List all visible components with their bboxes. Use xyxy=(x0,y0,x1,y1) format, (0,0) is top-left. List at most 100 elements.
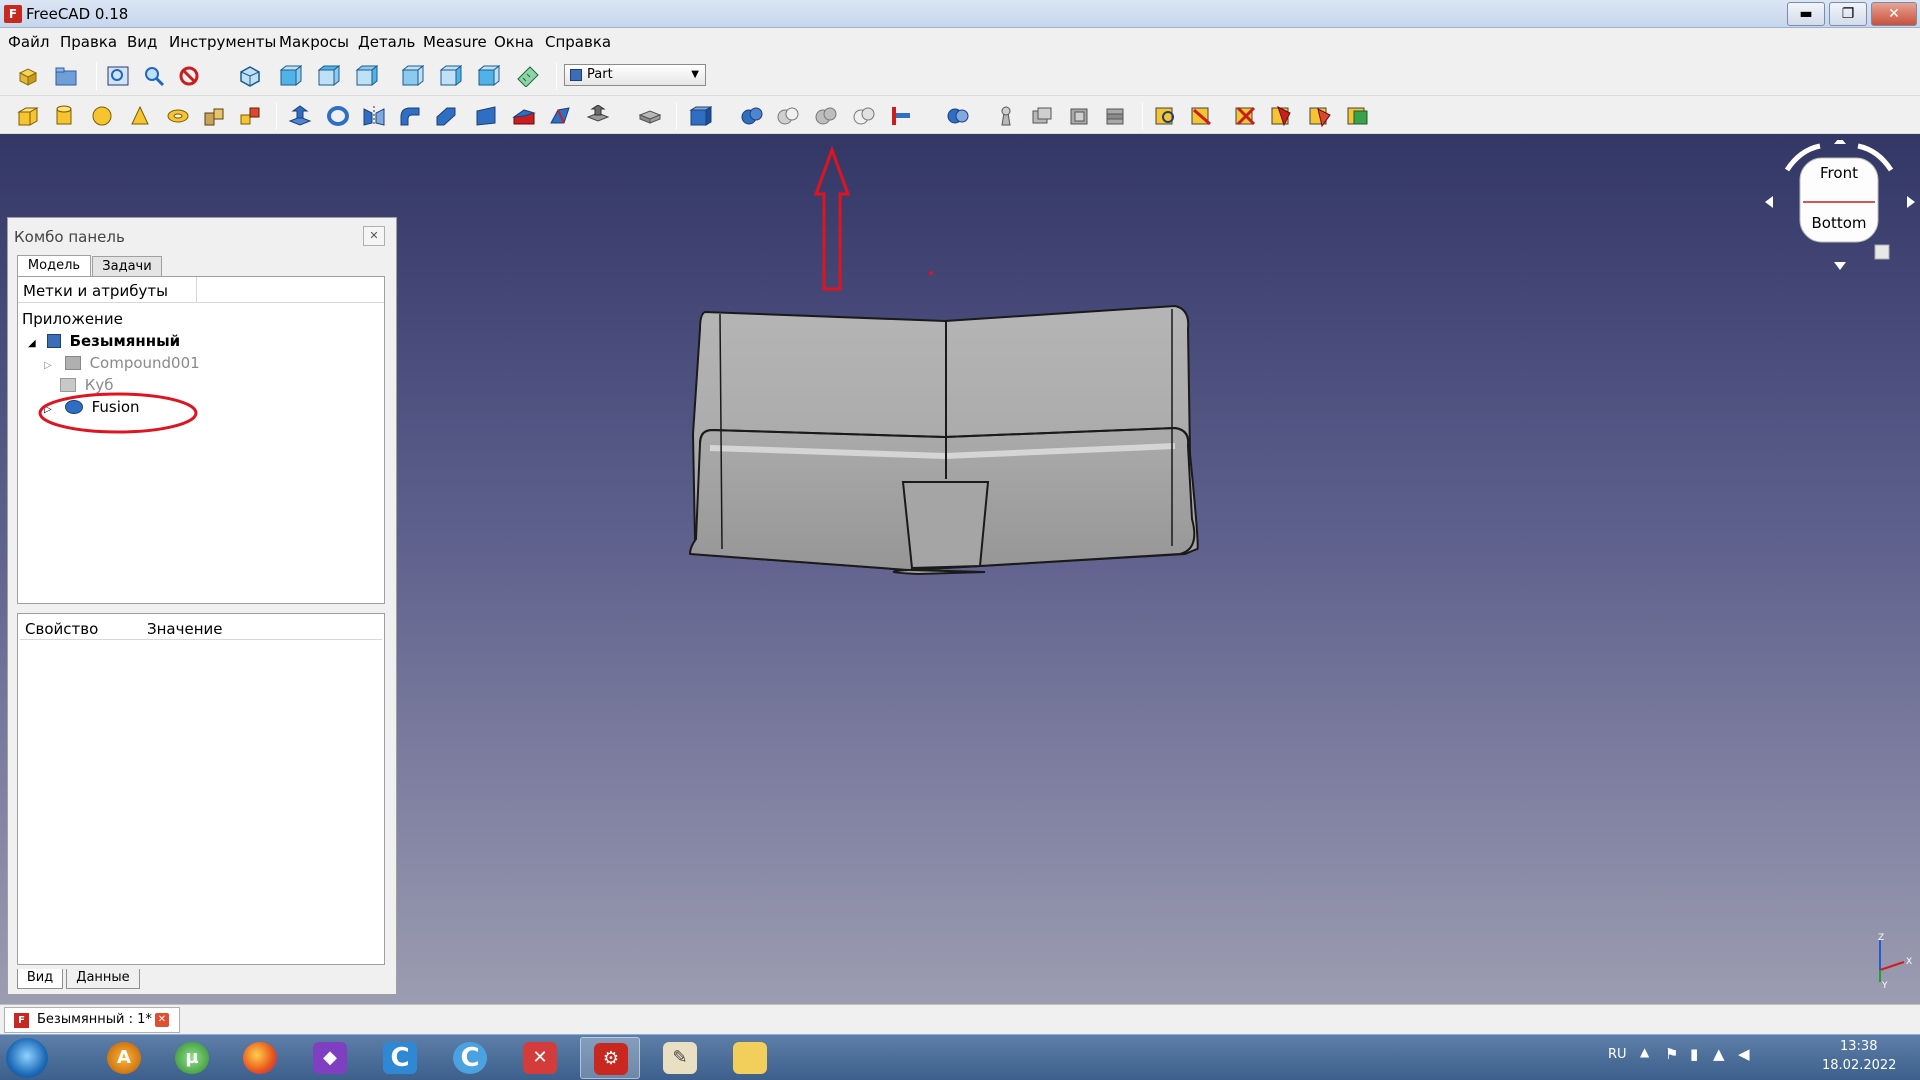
minimize-button[interactable]: ▬ xyxy=(1787,2,1825,26)
show-hidden-icons-icon[interactable]: ▲ xyxy=(1640,1045,1649,1059)
fusion-shape[interactable] xyxy=(688,304,1199,576)
loft-icon[interactable] xyxy=(546,103,574,129)
taskbar-aimp[interactable]: A xyxy=(94,1037,154,1079)
part-box-icon[interactable] xyxy=(14,103,42,129)
shape-from-mesh-icon[interactable] xyxy=(1306,103,1334,129)
menu-measure[interactable]: Measure xyxy=(423,33,487,51)
mirror-icon[interactable] xyxy=(360,103,388,129)
part-cone-icon[interactable] xyxy=(126,103,154,129)
right-view-button[interactable] xyxy=(352,63,380,89)
taskbar-recuva[interactable]: C xyxy=(440,1037,500,1079)
menu-file[interactable]: Файл xyxy=(8,33,49,51)
sweep-icon[interactable] xyxy=(584,103,612,129)
fuse-icon[interactable] xyxy=(812,103,840,129)
navigation-cube[interactable]: Front Bottom xyxy=(1765,137,1915,300)
chamfer-icon[interactable] xyxy=(432,103,460,129)
menu-windows[interactable]: Окна xyxy=(494,33,534,51)
part-cylinder-icon[interactable] xyxy=(50,103,78,129)
tab-data[interactable]: Данные xyxy=(66,969,140,989)
part-box-blue-icon[interactable] xyxy=(686,103,714,129)
taskbar-explorer[interactable] xyxy=(720,1037,780,1079)
navcube-bottom-label[interactable]: Bottom xyxy=(1811,214,1866,232)
arrow-right-icon[interactable] xyxy=(1907,196,1915,208)
menu-edit[interactable]: Правка xyxy=(60,33,117,51)
common-icon[interactable] xyxy=(850,103,878,129)
defeaturing-icon[interactable] xyxy=(1188,103,1216,129)
clock-time[interactable]: 13:38 xyxy=(1840,1039,1877,1054)
tab-tasks[interactable]: Задачи xyxy=(92,256,162,278)
left-view-button[interactable] xyxy=(474,63,502,89)
arrow-left-icon[interactable] xyxy=(1765,196,1773,208)
taskbar-paint[interactable]: ✎ xyxy=(650,1037,710,1079)
offset-icon[interactable] xyxy=(1066,103,1094,129)
check-geometry-icon[interactable] xyxy=(1152,103,1180,129)
close-tab-icon[interactable]: ✕ xyxy=(155,1013,169,1027)
rear-view-button[interactable] xyxy=(398,63,426,89)
revolve-icon[interactable] xyxy=(324,103,352,129)
red-arrow-annotation xyxy=(813,145,851,291)
refine-shape-icon[interactable] xyxy=(1344,103,1372,129)
explode-compound-icon[interactable] xyxy=(1028,103,1056,129)
tab-view[interactable]: Вид xyxy=(17,969,63,989)
navcube-front-label[interactable]: Front xyxy=(1820,164,1858,182)
navcube-menu-icon[interactable] xyxy=(1874,244,1890,260)
tree-item-compound001[interactable]: ▷ Compound001 xyxy=(44,354,200,372)
ruled-surface-icon[interactable] xyxy=(510,103,538,129)
clock-date[interactable]: 18.02.2022 xyxy=(1822,1058,1896,1073)
arrow-down-icon[interactable] xyxy=(1834,262,1846,270)
close-button[interactable]: ✕ xyxy=(1871,2,1917,26)
bottom-view-button[interactable] xyxy=(436,63,464,89)
draw-style-button[interactable] xyxy=(176,63,204,89)
battery-icon[interactable]: ▮ xyxy=(1690,1045,1698,1063)
menu-view[interactable]: Вид xyxy=(127,33,157,51)
part-tube-icon[interactable] xyxy=(200,103,228,129)
part-sphere-icon[interactable] xyxy=(88,103,116,129)
front-view-button[interactable] xyxy=(276,63,304,89)
taskbar-visual-studio[interactable]: ◆ xyxy=(300,1037,360,1079)
start-button[interactable] xyxy=(6,1038,48,1078)
new-document-button[interactable] xyxy=(14,63,42,89)
part-primitives-icon[interactable] xyxy=(236,103,264,129)
join-features-icon[interactable] xyxy=(886,103,914,129)
volume-icon[interactable]: ◀ xyxy=(1738,1045,1750,1063)
menu-part[interactable]: Деталь xyxy=(358,33,415,51)
network-icon[interactable]: ▲ xyxy=(1713,1045,1725,1063)
taskbar-pdf-reader[interactable]: ✕ xyxy=(510,1037,570,1079)
menu-macros[interactable]: Макросы xyxy=(279,33,349,51)
tree-document-row[interactable]: ◢ Безымянный xyxy=(28,332,180,350)
document-tab[interactable]: F Безымянный : 1* ✕ xyxy=(4,1007,180,1033)
compound-filter-icon[interactable] xyxy=(992,103,1020,129)
split-icon[interactable] xyxy=(944,103,972,129)
maximize-button[interactable]: ❐ xyxy=(1829,2,1867,26)
arrow-up-icon[interactable] xyxy=(1834,137,1846,144)
expand-arrow-icon[interactable]: ▷ xyxy=(44,360,60,371)
cross-sections-icon[interactable] xyxy=(1232,103,1260,129)
fit-all-button[interactable] xyxy=(104,63,132,89)
taskbar-freecad[interactable]: ⚙ xyxy=(580,1037,640,1079)
combo-panel-close-button[interactable]: ✕ xyxy=(363,226,385,246)
boolean-icon[interactable] xyxy=(738,103,766,129)
fillet-icon[interactable] xyxy=(396,103,424,129)
menu-help[interactable]: Справка xyxy=(545,33,611,51)
fit-selection-button[interactable] xyxy=(140,63,168,89)
extrude-icon[interactable] xyxy=(286,103,314,129)
taskbar-firefox[interactable] xyxy=(230,1037,290,1079)
measure-ruler-icon[interactable] xyxy=(514,63,542,89)
taskbar-ccleaner[interactable]: C xyxy=(370,1037,430,1079)
top-view-button[interactable] xyxy=(314,63,342,89)
cut-icon[interactable] xyxy=(774,103,802,129)
tab-model[interactable]: Модель xyxy=(17,255,91,277)
workbench-selector[interactable]: Part ▼ xyxy=(564,64,706,86)
taskbar-utorrent[interactable]: µ xyxy=(162,1037,222,1079)
section-icon[interactable] xyxy=(636,103,664,129)
open-folder-button[interactable] xyxy=(52,63,80,89)
part-torus-icon[interactable] xyxy=(164,103,192,129)
collapse-arrow-icon[interactable]: ◢ xyxy=(28,338,42,349)
thickness-icon[interactable] xyxy=(1102,103,1130,129)
flag-icon[interactable]: ⚑ xyxy=(1665,1045,1678,1063)
menu-tools[interactable]: Инструменты xyxy=(169,33,276,51)
language-indicator[interactable]: RU xyxy=(1608,1047,1627,1062)
isometric-view-button[interactable] xyxy=(236,63,264,89)
make-face-icon[interactable] xyxy=(472,103,500,129)
attachment-icon[interactable] xyxy=(1268,103,1296,129)
